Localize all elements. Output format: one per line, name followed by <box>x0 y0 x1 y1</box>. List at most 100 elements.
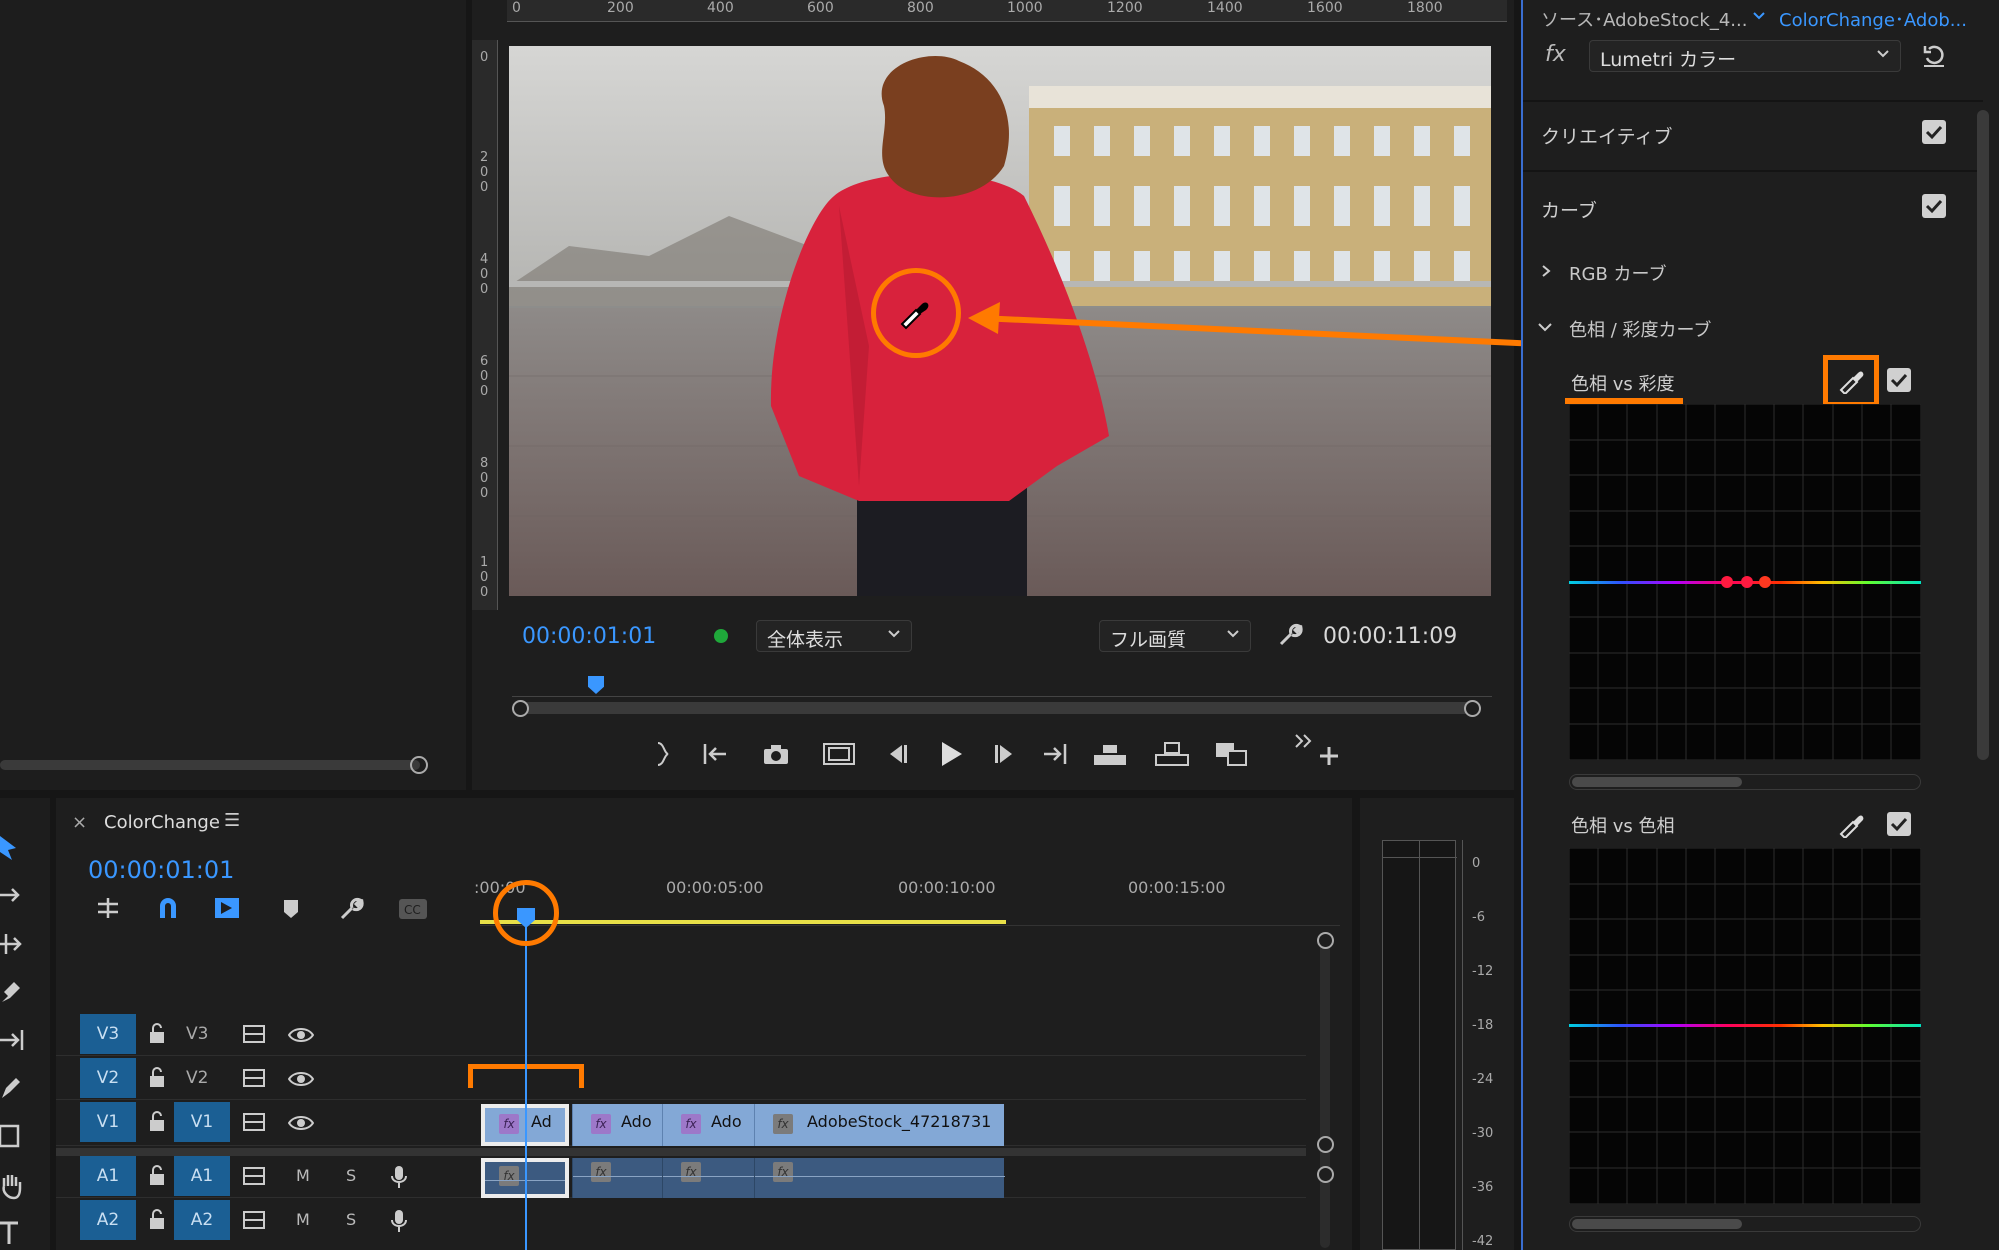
source-scroll-handle[interactable] <box>410 756 428 774</box>
close-sequence-icon[interactable]: × <box>72 812 87 833</box>
play-icon[interactable] <box>938 740 964 768</box>
eye-icon[interactable] <box>288 1026 314 1044</box>
camera-icon[interactable] <box>762 742 790 766</box>
video-clip[interactable]: fx Ado <box>662 1104 754 1146</box>
mute-button[interactable]: M <box>296 1166 310 1185</box>
hue-vs-hue-curve-graph[interactable] <box>1569 848 1921 1204</box>
lock-icon[interactable] <box>148 1022 166 1044</box>
zoom-dropdown[interactable]: 全体表示 <box>756 620 912 652</box>
nest-icon[interactable] <box>94 896 122 920</box>
scrub-bar[interactable] <box>520 702 1472 714</box>
eye-icon[interactable] <box>288 1114 314 1132</box>
hue-vs-hue-scrollbar[interactable] <box>1569 1216 1921 1232</box>
tab-source[interactable]: ソース･AdobeStock_4... <box>1541 6 1747 32</box>
audio-clip[interactable]: fx <box>754 1158 1005 1198</box>
microphone-icon[interactable] <box>390 1164 408 1190</box>
step-forward-icon[interactable] <box>992 742 1018 766</box>
reset-icon[interactable] <box>1921 42 1947 68</box>
rectangle-tool-icon[interactable] <box>0 1124 22 1148</box>
hue-vs-sat-curve-graph[interactable] <box>1569 404 1921 760</box>
panel-scrollbar[interactable] <box>1977 110 1989 760</box>
solo-button[interactable]: S <box>346 1210 356 1229</box>
work-area-bar[interactable] <box>480 920 1006 924</box>
source-patch-a2[interactable]: A2 <box>80 1200 136 1240</box>
scroll-handle[interactable] <box>1317 1166 1334 1183</box>
scroll-thumb[interactable] <box>1572 777 1742 787</box>
pen-tool-icon[interactable] <box>0 1076 22 1100</box>
go-to-in-icon[interactable] <box>702 741 730 767</box>
source-patch-v3[interactable]: V3 <box>80 1014 136 1054</box>
timeline-settings-wrench-icon[interactable] <box>338 896 364 922</box>
video-clip[interactable]: fx Ado <box>572 1104 662 1146</box>
film-sync-icon[interactable] <box>242 1112 266 1132</box>
lift-icon[interactable] <box>1092 741 1128 767</box>
film-sync-icon[interactable] <box>242 1166 266 1186</box>
eyedropper-icon[interactable] <box>1837 810 1865 838</box>
razor-tool-icon[interactable] <box>0 980 22 1004</box>
selection-tool-icon[interactable] <box>0 834 20 862</box>
extract-icon[interactable] <box>1154 741 1190 767</box>
quality-dropdown[interactable]: フル画質 <box>1099 620 1251 652</box>
source-scrollbar[interactable] <box>0 760 420 770</box>
step-back-icon[interactable] <box>884 742 910 766</box>
linked-selection-icon[interactable] <box>214 896 240 920</box>
snap-magnet-icon[interactable] <box>156 896 180 920</box>
slip-tool-icon[interactable] <box>0 1028 26 1052</box>
track-target-a1[interactable]: A1 <box>174 1156 230 1196</box>
chevron-right-icon[interactable] <box>1539 264 1553 278</box>
sequence-menu-icon[interactable]: ☰ <box>224 810 240 831</box>
audio-clip[interactable]: fx <box>572 1158 663 1198</box>
track-target-v1[interactable]: V1 <box>174 1102 230 1142</box>
track-target-a2[interactable]: A2 <box>174 1200 230 1240</box>
creative-checkbox[interactable] <box>1922 120 1946 144</box>
scrub-in-handle[interactable] <box>512 700 529 717</box>
rgb-curve-label[interactable]: RGB カーブ <box>1569 260 1666 286</box>
mute-button[interactable]: M <box>296 1210 310 1229</box>
source-patch-v1[interactable]: V1 <box>80 1102 136 1142</box>
source-patch-v2[interactable]: V2 <box>80 1058 136 1098</box>
section-creative-label[interactable]: クリエイティブ <box>1541 122 1672 149</box>
microphone-icon[interactable] <box>390 1208 408 1234</box>
go-to-out-icon[interactable] <box>1040 741 1068 767</box>
eyedropper-icon[interactable] <box>1837 366 1865 394</box>
hue-vs-sat-checkbox[interactable] <box>1887 368 1911 392</box>
more-controls-icon[interactable] <box>1292 731 1316 751</box>
lock-icon[interactable] <box>148 1066 166 1088</box>
track-select-tool-icon[interactable] <box>0 884 22 906</box>
chevron-down-icon[interactable] <box>1537 320 1553 334</box>
add-marker-icon[interactable] <box>282 898 300 920</box>
video-frame[interactable] <box>509 46 1491 596</box>
ripple-edit-tool-icon[interactable] <box>0 932 22 956</box>
scroll-handle[interactable] <box>1317 1136 1334 1153</box>
sequence-tab[interactable]: ColorChange <box>104 812 220 833</box>
timeline-timecode[interactable]: 00:00:01:01 <box>88 856 234 884</box>
eye-icon[interactable] <box>288 1070 314 1088</box>
hue-vs-hue-checkbox[interactable] <box>1887 812 1911 836</box>
plus-icon[interactable] <box>1318 745 1340 767</box>
scrub-out-handle[interactable] <box>1464 700 1481 717</box>
export-frame-icon[interactable] <box>1214 741 1250 769</box>
video-clip[interactable]: fx AdobeStock_47218731 <box>754 1104 1004 1146</box>
solo-button[interactable]: S <box>346 1166 356 1185</box>
hue-vs-sat-scrollbar[interactable] <box>1569 774 1921 790</box>
safe-margins-icon[interactable] <box>822 742 856 766</box>
wrench-icon[interactable] <box>1277 622 1303 648</box>
tab-sequence[interactable]: ColorChange･Adob... <box>1779 6 1967 32</box>
lock-icon[interactable] <box>148 1110 166 1132</box>
film-sync-icon[interactable] <box>242 1024 266 1044</box>
timeline-scrollbar[interactable] <box>1320 938 1330 1248</box>
lock-icon[interactable] <box>148 1164 166 1186</box>
type-tool-icon[interactable] <box>0 1220 22 1246</box>
curves-checkbox[interactable] <box>1922 194 1946 218</box>
chevron-down-icon[interactable] <box>1751 8 1767 24</box>
hand-tool-icon[interactable] <box>0 1172 24 1200</box>
section-curves-label[interactable]: カーブ <box>1541 196 1597 223</box>
captions-icon[interactable]: CC <box>398 898 428 920</box>
effect-dropdown[interactable]: Lumetri カラー <box>1589 40 1901 72</box>
hue-sat-curves-label[interactable]: 色相 / 彩度カーブ <box>1569 316 1711 342</box>
monitor-current-timecode[interactable]: 00:00:01:01 <box>522 624 656 649</box>
mark-out-icon[interactable] <box>652 741 672 767</box>
audio-clip[interactable]: fx <box>662 1158 755 1198</box>
film-sync-icon[interactable] <box>242 1068 266 1088</box>
lock-icon[interactable] <box>148 1208 166 1230</box>
